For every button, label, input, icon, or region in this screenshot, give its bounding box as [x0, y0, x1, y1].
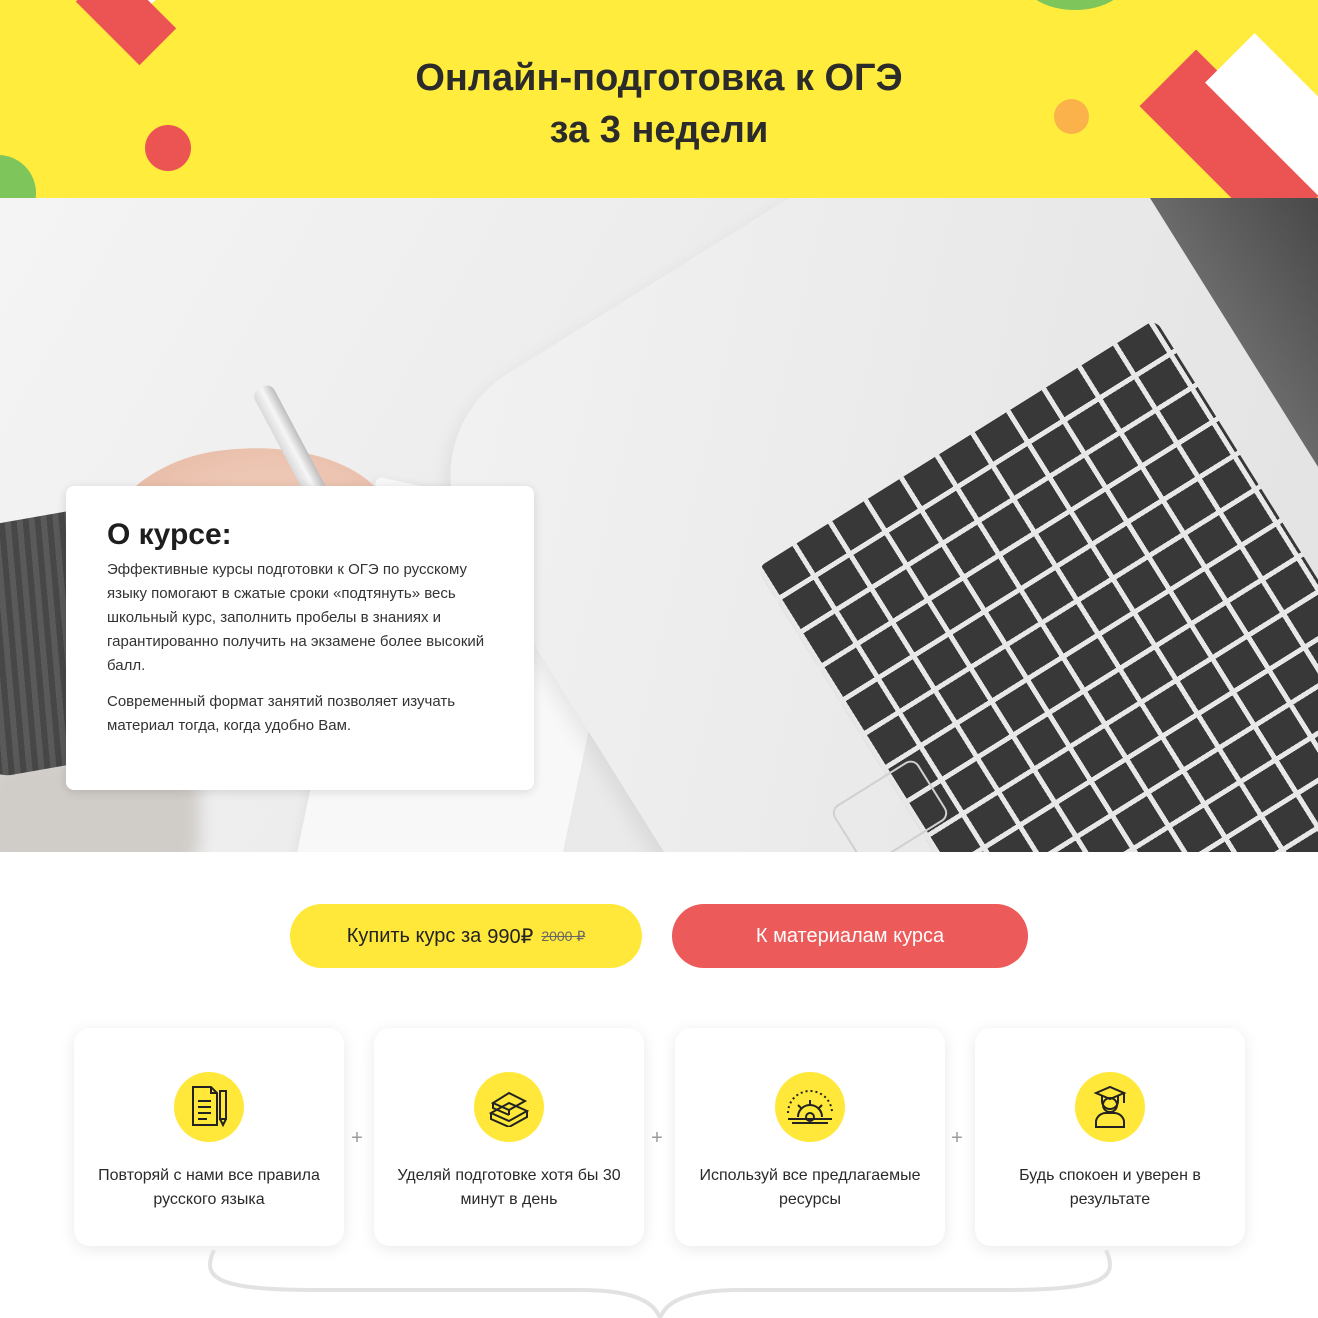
page-title-line1: Онлайн-подготовка к ОГЭ [415, 57, 903, 99]
plus-separator: + [651, 1127, 663, 1149]
course-materials-button[interactable]: К материалам курса [672, 904, 1028, 968]
page-title-highlight: 3 недели [599, 109, 769, 151]
decor-circle [0, 155, 36, 198]
feature-card: Будь спокоен и уверен в результате [975, 1028, 1245, 1246]
feature-text: Повторяй с нами все правила русского язы… [98, 1167, 320, 1208]
feature-card: Повторяй с нами все правила русского язы… [74, 1028, 344, 1246]
decor-circle [1020, 0, 1130, 10]
feature-text: Будь спокоен и уверен в результате [1019, 1167, 1201, 1208]
books-icon [474, 1072, 544, 1142]
buy-course-button[interactable]: Купить курс за 990₽ 2000 ₽ [290, 904, 642, 968]
page-title-prefix: за [549, 109, 590, 151]
page-title: Онлайн-подготовка к ОГЭ за 3 недели [0, 52, 1318, 156]
feature-text: Уделяй подготовке хотя бы 30 минут в ден… [397, 1167, 621, 1208]
buy-course-price: 990₽ [487, 925, 534, 948]
plus-separator: + [951, 1127, 963, 1149]
about-card: О курсе: Эффективные курсы подготовки к … [66, 486, 534, 790]
graduate-icon [1075, 1072, 1145, 1142]
header-banner: Онлайн-подготовка к ОГЭ за 3 недели [0, 0, 1318, 198]
document-pencil-icon [174, 1072, 244, 1142]
connector-curve [208, 1250, 1112, 1318]
plus-separator: + [351, 1127, 363, 1149]
buy-course-old-price: 2000 ₽ [541, 927, 586, 944]
about-paragraph: Современный формат занятий позволяет изу… [107, 693, 456, 734]
feature-text: Используй все предлагаемые ресурсы [699, 1167, 921, 1208]
gear-resources-icon [775, 1072, 845, 1142]
feature-card: Уделяй подготовке хотя бы 30 минут в ден… [374, 1028, 644, 1246]
feature-card: Используй все предлагаемые ресурсы [675, 1028, 945, 1246]
about-title: О курсе: [107, 518, 232, 551]
buy-course-label: Купить курс за [346, 924, 482, 947]
about-paragraph: Эффективные курсы подготовки к ОГЭ по ру… [107, 561, 485, 674]
